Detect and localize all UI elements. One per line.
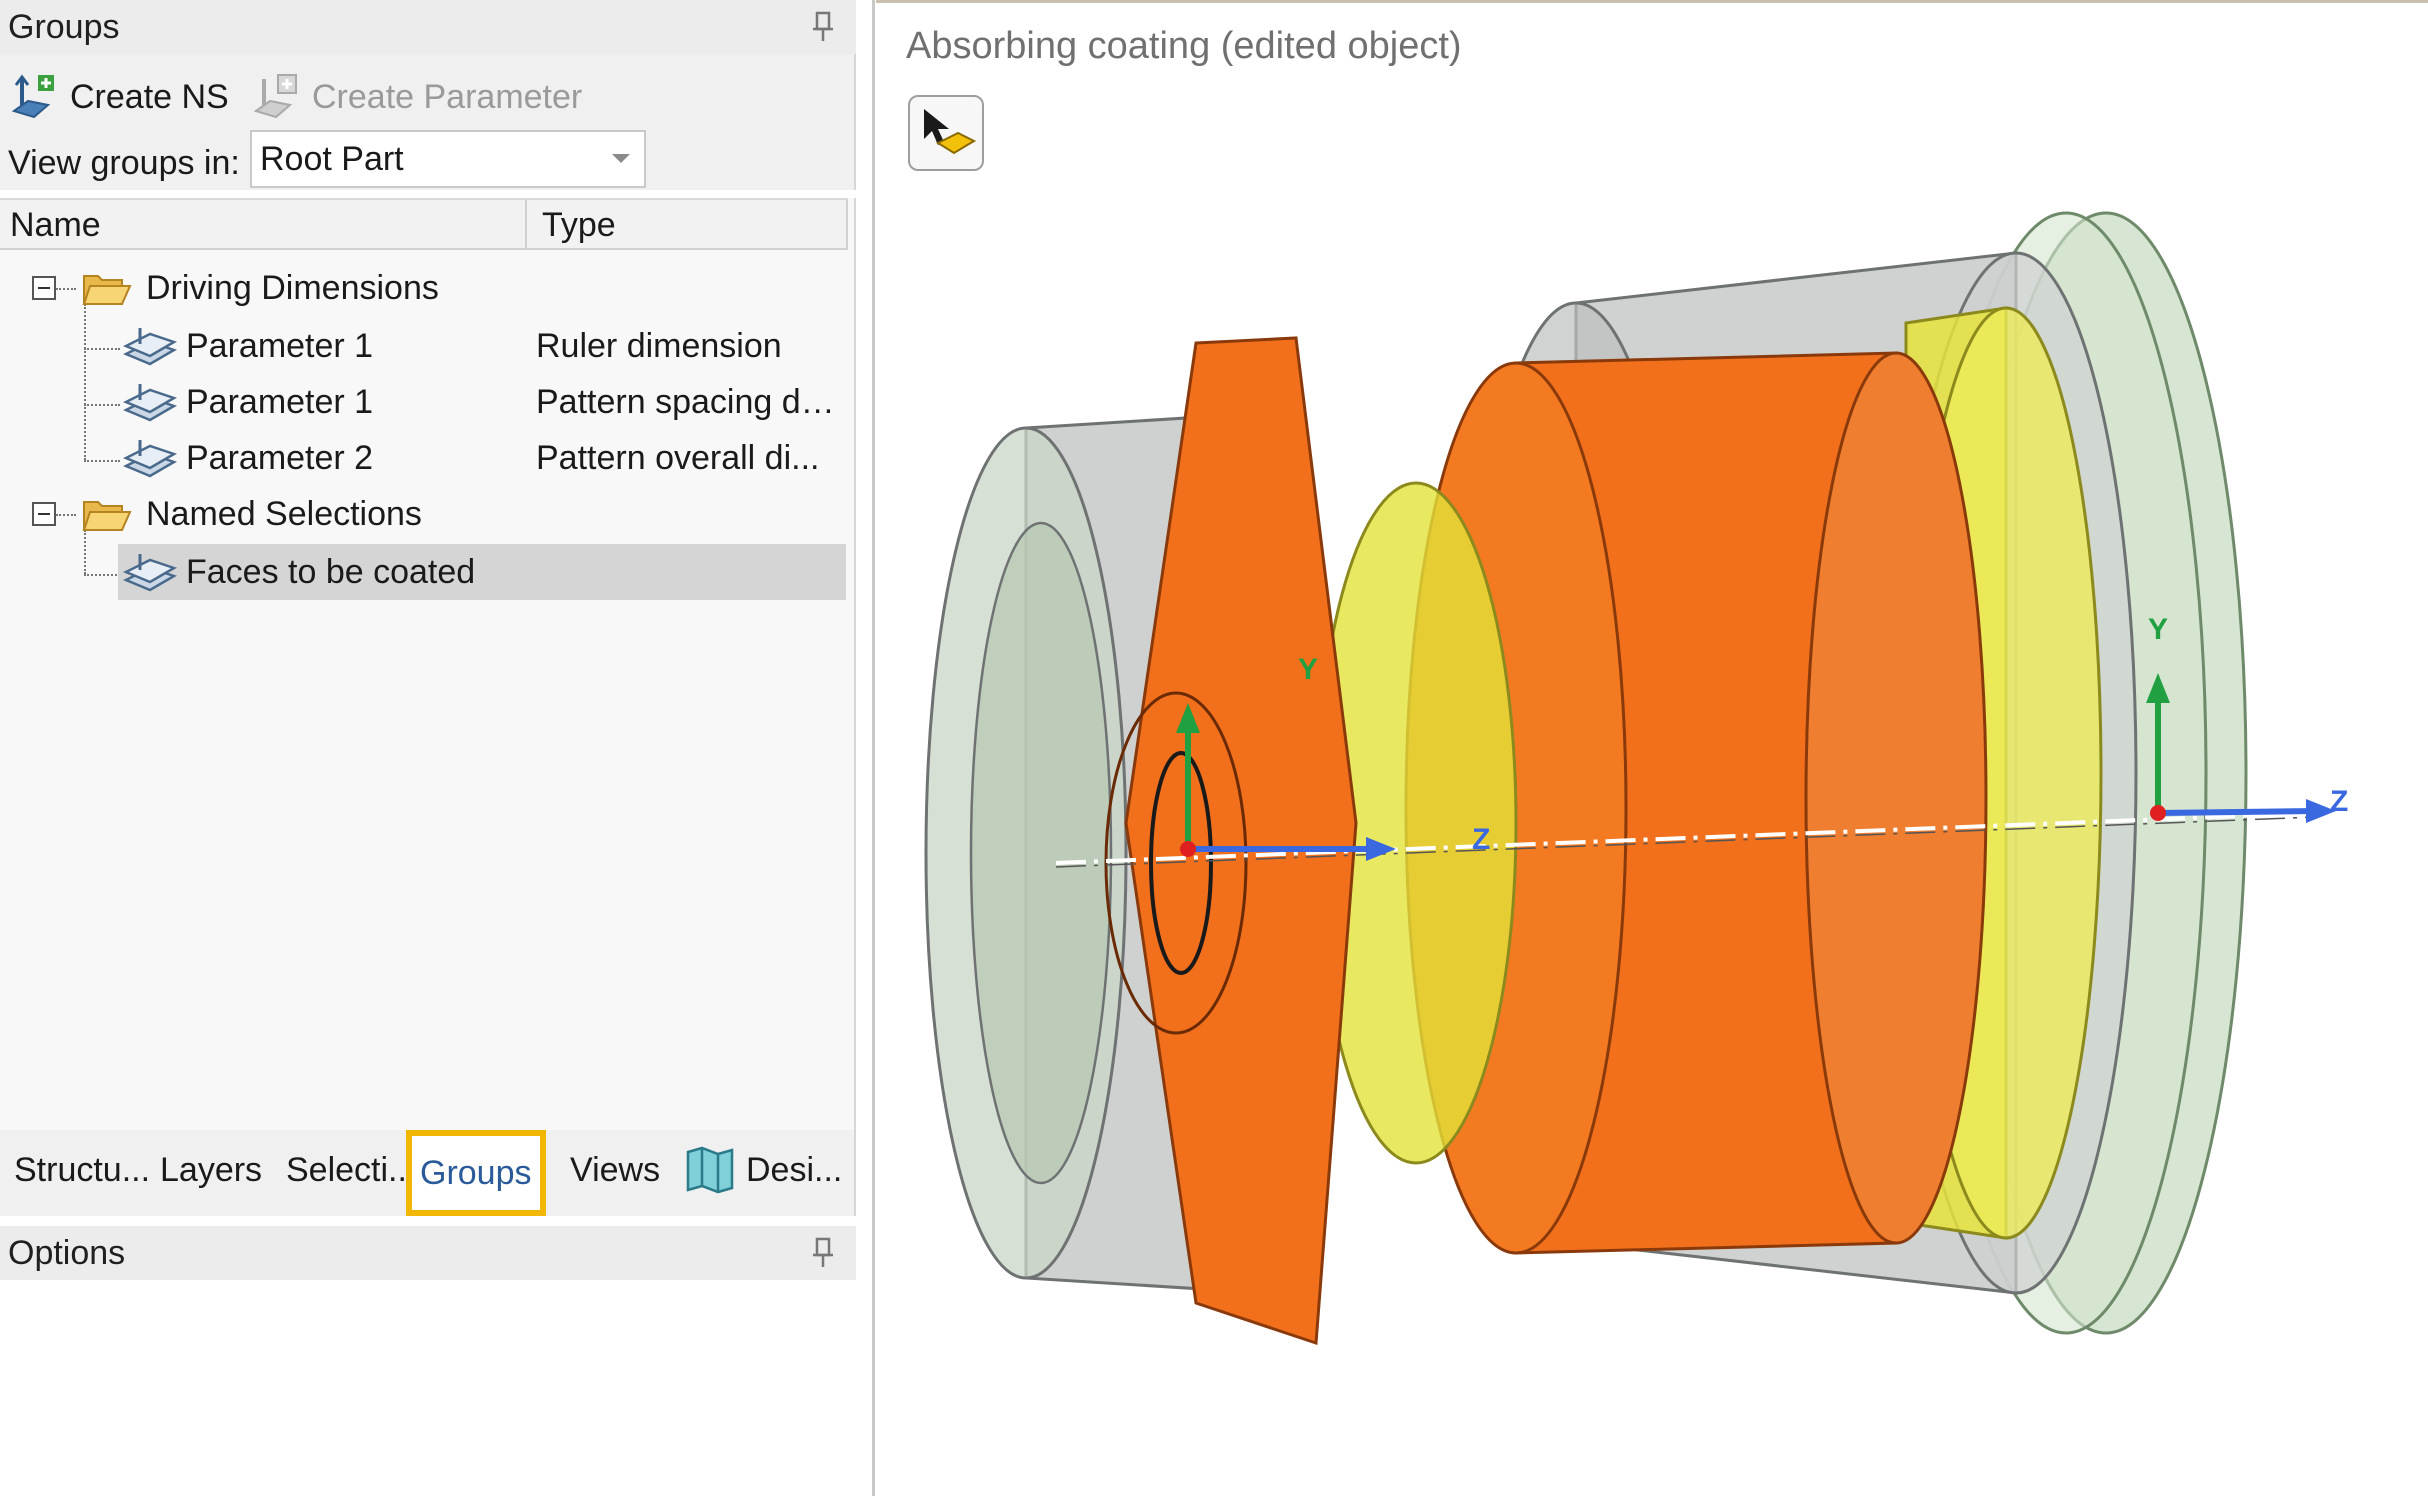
named-selection-icon [122,554,178,592]
tree-item-name: Faces to be coated [186,553,476,591]
view-groups-label: View groups in: [8,144,240,182]
tab-design-label: Desi... [746,1151,843,1189]
options-panel-header: Options [0,1226,856,1280]
groups-panel-title: Groups [8,8,120,46]
folder-icon [82,275,132,305]
create-parameter-label: Create Parameter [312,77,583,116]
groups-toolbar: Create NS Create Parameter View groups i… [0,54,856,190]
groups-tree: Name Type Driving Dimensions Parameter 1… [0,198,856,1130]
tab-selection[interactable]: Selecti... [286,1142,416,1198]
tree-node-label: Driving Dimensions [146,269,439,307]
tree-item-faces-to-be-coated[interactable]: Faces to be coated [118,544,846,600]
column-separator[interactable] [525,200,527,250]
parameter-icon [122,384,178,422]
folder-icon [82,501,132,531]
tree-item-name: Parameter 1 [186,327,374,365]
groups-panel-header: Groups [0,0,856,54]
tree-item-name: Parameter 1 [186,383,374,421]
view-groups-select[interactable]: Root Part [250,130,646,188]
column-header-name[interactable]: Name [10,206,101,245]
tree-item-type: Ruler dimension [536,327,782,365]
tree-item-name: Parameter 2 [186,439,374,477]
options-panel-title: Options [8,1234,126,1272]
axis-label-z: Z [2330,785,2349,818]
3d-viewport[interactable]: Y Z Y Z Absorbing coating (edited object… [876,0,2428,1496]
tree-item-type: Pattern spacing di... [536,383,836,421]
book-icon [686,1146,734,1194]
axis-label-z: Z [1472,823,1491,856]
tree-node-driving-dimensions[interactable]: Driving Dimensions [0,260,848,316]
tree-item-parameter[interactable]: Parameter 2 Pattern overall di... [0,430,848,486]
tab-layers[interactable]: Layers [160,1142,262,1198]
tab-groups[interactable]: Groups [406,1130,546,1216]
tree-header: Name Type [0,198,848,250]
viewport-title: Absorbing coating (edited object) [906,25,1462,67]
groups-panel: Groups Create NS Create Parameter View g… [0,0,856,1496]
pin-icon[interactable] [808,10,838,44]
options-panel-body [0,1280,856,1496]
model-view[interactable] [876,3,2428,1499]
create-ns-icon [11,74,54,119]
tree-item-parameter[interactable]: Parameter 1 Ruler dimension [0,318,848,374]
column-separator[interactable] [846,200,848,250]
create-ns-button[interactable]: Create NS [8,62,229,132]
collapse-toggle[interactable] [32,276,56,300]
parameter-icon [122,440,178,478]
axis-label-y: Y [2148,613,2169,646]
tree-node-named-selections[interactable]: Named Selections [0,486,848,542]
axis-label-y: Y [1298,653,1319,686]
select-cursor-icon [924,109,976,155]
select-tool-button[interactable] [908,95,984,171]
pin-icon[interactable] [808,1236,838,1270]
tab-design[interactable]: Desi... [684,1142,842,1198]
create-parameter-button[interactable]: Create Parameter [250,62,582,132]
tree-item-parameter[interactable]: Parameter 1 Pattern spacing di... [0,374,848,430]
create-parameter-icon [253,74,297,119]
tree-node-label: Named Selections [146,495,422,533]
create-ns-label: Create NS [70,77,229,116]
panel-splitter[interactable] [872,0,875,1496]
chevron-down-icon[interactable] [612,154,630,163]
column-header-type[interactable]: Type [542,206,616,245]
panel-tab-bar: Structu... Layers Selecti... Groups View… [0,1130,856,1216]
parameter-icon [122,328,178,366]
tab-views[interactable]: Views [570,1142,660,1198]
tree-item-type: Pattern overall di... [536,439,820,477]
tab-structure[interactable]: Structu... [14,1142,150,1198]
tree-connector [84,574,120,576]
collapse-toggle[interactable] [32,502,56,526]
view-groups-value: Root Part [260,140,404,178]
